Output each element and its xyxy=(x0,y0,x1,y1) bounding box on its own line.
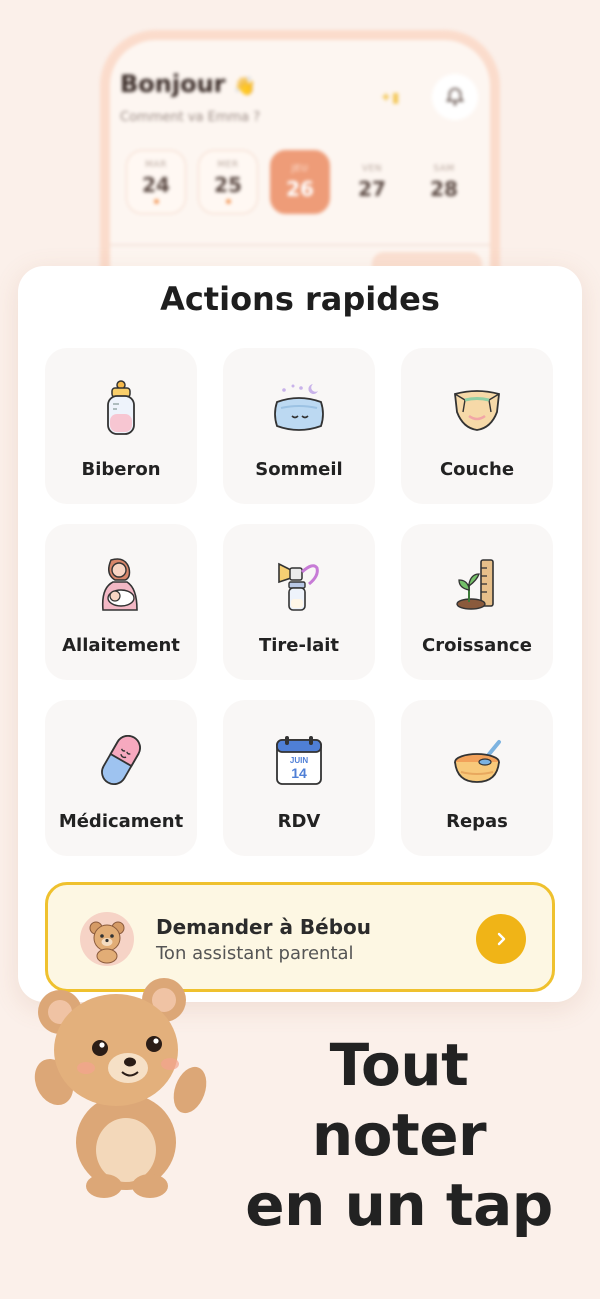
divider xyxy=(110,244,490,246)
action-label: Croissance xyxy=(422,635,532,656)
assistant-go-button[interactable] xyxy=(476,914,526,964)
teddy-bear-avatar-icon xyxy=(80,912,134,966)
action-allaitement[interactable]: Allaitement xyxy=(45,524,197,680)
pill-icon xyxy=(91,730,151,790)
headline-line-2: en un tap xyxy=(245,1171,553,1239)
action-couche[interactable]: Couche xyxy=(401,348,553,504)
marketing-headline: Tout noter en un tap xyxy=(234,1030,564,1240)
day-chip-today[interactable]: JEU 26 xyxy=(270,150,330,214)
growth-ruler-icon xyxy=(447,554,507,614)
assistant-subtitle: Ton assistant parental xyxy=(156,943,354,964)
day-chip[interactable]: VEN 27 xyxy=(342,150,402,214)
logged-dot xyxy=(225,199,231,204)
night-mode-icon: ✦▮ xyxy=(380,90,400,106)
action-croissance[interactable]: Croissance xyxy=(401,524,553,680)
baby-bottle-icon xyxy=(91,378,151,438)
bell-icon xyxy=(445,87,465,106)
pillow-icon xyxy=(269,378,329,438)
action-label: Repas xyxy=(446,811,508,832)
card-title: Actions rapides xyxy=(160,280,440,318)
action-medicament[interactable]: Médicament xyxy=(45,700,197,856)
action-label: Couche xyxy=(439,459,515,480)
action-label: Allaitement xyxy=(62,635,180,656)
breastfeeding-icon xyxy=(91,554,151,614)
action-repas[interactable]: Repas xyxy=(401,700,553,856)
food-bowl-icon xyxy=(447,730,507,790)
action-label: RDV xyxy=(277,811,321,832)
greeting-title: Bonjour 👋 xyxy=(120,70,257,98)
action-label: Sommeil xyxy=(255,459,343,480)
quick-actions-card: Actions rapides Biberon Sommeil Couche A… xyxy=(18,266,582,1002)
notifications-button[interactable] xyxy=(432,74,478,120)
day-chip[interactable]: SAM 28 xyxy=(414,150,474,214)
action-label: Biberon xyxy=(81,459,161,480)
action-rdv[interactable]: JUIN 14 RDV xyxy=(223,700,375,856)
headline-line-1: Tout noter xyxy=(311,1031,487,1169)
action-label: Médicament xyxy=(58,811,184,832)
day-chip[interactable]: MAR 24 xyxy=(126,150,186,214)
logged-dot xyxy=(153,199,159,204)
breast-pump-icon xyxy=(269,554,329,614)
action-tire-lait[interactable]: Tire-lait xyxy=(223,524,375,680)
chevron-right-icon xyxy=(497,932,506,946)
diaper-icon xyxy=(447,378,507,438)
teddy-bear-mascot xyxy=(28,970,228,1200)
assistant-title: Demander à Bébou xyxy=(156,915,372,939)
quick-actions-grid: Biberon Sommeil Couche Allaitement Tire-… xyxy=(45,348,553,856)
calendar-day-text: 14 xyxy=(291,765,307,781)
calendar-month-text: JUIN xyxy=(290,756,308,765)
action-sommeil[interactable]: Sommeil xyxy=(223,348,375,504)
action-biberon[interactable]: Biberon xyxy=(45,348,197,504)
action-label: Tire-lait xyxy=(258,635,340,656)
day-chip[interactable]: MER 25 xyxy=(198,150,258,214)
calendar-icon: JUIN 14 xyxy=(269,730,329,790)
wave-icon: 👋 xyxy=(233,76,257,97)
week-day-selector: MAR 24 MER 25 JEU 26 VEN 27 SAM 28 xyxy=(126,150,474,214)
greeting-subtitle: Comment va Emma ? xyxy=(120,110,261,125)
